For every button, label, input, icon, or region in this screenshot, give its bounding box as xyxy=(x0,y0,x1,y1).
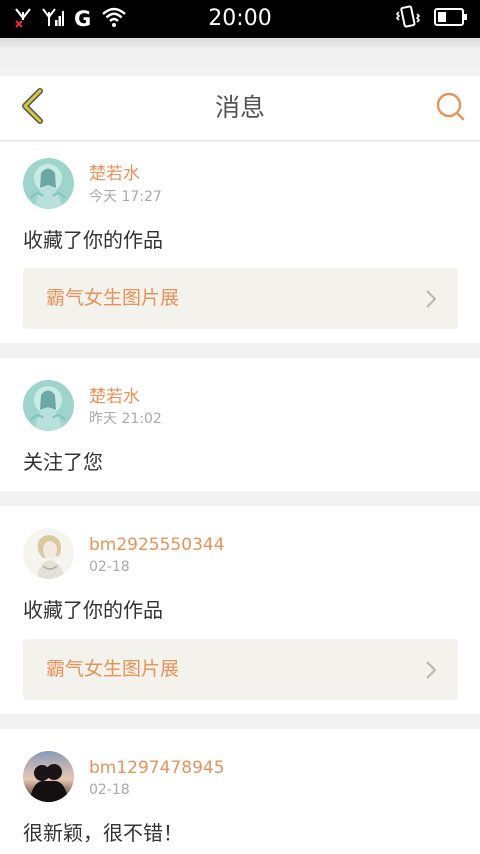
work-link[interactable]: 霸气女生图片展 xyxy=(23,268,458,329)
battery-icon xyxy=(434,7,468,31)
work-title: 霸气女生图片展 xyxy=(46,658,180,680)
message-card: bm1297478945 02-18 很新颖，很不错！ xyxy=(0,729,480,854)
message-card: bm2925550344 02-18 收藏了你的作品 霸气女生图片展 xyxy=(0,506,480,714)
user-name[interactable]: 楚若水 xyxy=(89,164,140,184)
message-text: 很新颖，很不错！ xyxy=(23,821,183,845)
message-text: 收藏了你的作品 xyxy=(23,228,163,252)
message-time: 02-18 xyxy=(89,559,130,575)
user-name[interactable]: bm2925550344 xyxy=(89,535,225,555)
chevron-right-icon xyxy=(424,659,438,681)
work-title: 霸气女生图片展 xyxy=(46,287,180,309)
user-name[interactable]: bm1297478945 xyxy=(89,758,225,778)
avatar[interactable] xyxy=(23,158,74,209)
work-link[interactable]: 霸气女生图片展 xyxy=(23,639,458,700)
avatar[interactable] xyxy=(23,751,74,802)
status-bar: G 20:00 xyxy=(0,0,480,38)
status-divider xyxy=(0,38,480,76)
search-button[interactable] xyxy=(432,90,468,126)
message-time: 02-18 xyxy=(89,782,130,798)
avatar[interactable] xyxy=(23,380,74,431)
vibrate-icon xyxy=(395,5,421,33)
message-time: 昨天 21:02 xyxy=(89,411,162,427)
message-text: 收藏了你的作品 xyxy=(23,598,163,622)
app-header: 消息 xyxy=(0,76,480,141)
chevron-right-icon xyxy=(424,288,438,310)
message-card: 楚若水 昨天 21:02 关注了您 xyxy=(0,358,480,491)
search-icon xyxy=(434,90,466,126)
status-right xyxy=(395,5,468,33)
message-text: 关注了您 xyxy=(23,450,103,474)
avatar[interactable] xyxy=(23,528,74,579)
user-name[interactable]: 楚若水 xyxy=(89,387,140,407)
message-time: 今天 17:27 xyxy=(89,189,162,205)
message-card: 楚若水 今天 17:27 收藏了你的作品 霸气女生图片展 xyxy=(0,142,480,343)
page-title: 消息 xyxy=(214,93,265,122)
